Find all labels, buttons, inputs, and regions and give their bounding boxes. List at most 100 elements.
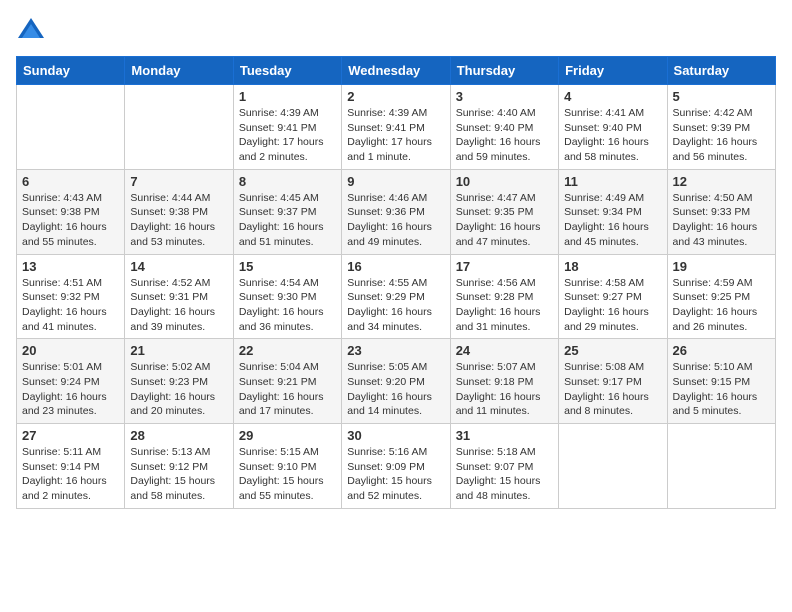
day-number: 19 [673,259,770,274]
day-number: 4 [564,89,661,104]
day-number: 27 [22,428,119,443]
day-info: Sunrise: 5:04 AMSunset: 9:21 PMDaylight:… [239,360,336,419]
calendar-cell: 22 Sunrise: 5:04 AMSunset: 9:21 PMDaylig… [233,339,341,424]
day-number: 22 [239,343,336,358]
day-of-week-header: Friday [559,57,667,85]
calendar-cell [125,85,233,170]
day-info: Sunrise: 5:07 AMSunset: 9:18 PMDaylight:… [456,360,553,419]
day-info: Sunrise: 4:45 AMSunset: 9:37 PMDaylight:… [239,191,336,250]
day-info: Sunrise: 5:02 AMSunset: 9:23 PMDaylight:… [130,360,227,419]
day-info: Sunrise: 4:59 AMSunset: 9:25 PMDaylight:… [673,276,770,335]
day-info: Sunrise: 4:43 AMSunset: 9:38 PMDaylight:… [22,191,119,250]
calendar-week-row: 27 Sunrise: 5:11 AMSunset: 9:14 PMDaylig… [17,424,776,509]
calendar-cell: 4 Sunrise: 4:41 AMSunset: 9:40 PMDayligh… [559,85,667,170]
day-info: Sunrise: 4:41 AMSunset: 9:40 PMDaylight:… [564,106,661,165]
calendar-week-row: 1 Sunrise: 4:39 AMSunset: 9:41 PMDayligh… [17,85,776,170]
day-number: 6 [22,174,119,189]
calendar-cell: 12 Sunrise: 4:50 AMSunset: 9:33 PMDaylig… [667,169,775,254]
calendar-cell: 1 Sunrise: 4:39 AMSunset: 9:41 PMDayligh… [233,85,341,170]
calendar-cell: 2 Sunrise: 4:39 AMSunset: 9:41 PMDayligh… [342,85,450,170]
logo [16,16,50,46]
day-number: 28 [130,428,227,443]
day-info: Sunrise: 4:44 AMSunset: 9:38 PMDaylight:… [130,191,227,250]
calendar-cell: 5 Sunrise: 4:42 AMSunset: 9:39 PMDayligh… [667,85,775,170]
day-of-week-header: Saturday [667,57,775,85]
day-number: 23 [347,343,444,358]
day-info: Sunrise: 4:42 AMSunset: 9:39 PMDaylight:… [673,106,770,165]
day-number: 11 [564,174,661,189]
day-of-week-header: Sunday [17,57,125,85]
calendar-cell: 13 Sunrise: 4:51 AMSunset: 9:32 PMDaylig… [17,254,125,339]
day-info: Sunrise: 4:56 AMSunset: 9:28 PMDaylight:… [456,276,553,335]
calendar-cell: 7 Sunrise: 4:44 AMSunset: 9:38 PMDayligh… [125,169,233,254]
calendar-cell: 9 Sunrise: 4:46 AMSunset: 9:36 PMDayligh… [342,169,450,254]
day-of-week-header: Thursday [450,57,558,85]
calendar-cell [17,85,125,170]
calendar-table: SundayMondayTuesdayWednesdayThursdayFrid… [16,56,776,509]
day-number: 12 [673,174,770,189]
day-info: Sunrise: 5:13 AMSunset: 9:12 PMDaylight:… [130,445,227,504]
calendar-cell [559,424,667,509]
day-info: Sunrise: 5:11 AMSunset: 9:14 PMDaylight:… [22,445,119,504]
day-info: Sunrise: 4:52 AMSunset: 9:31 PMDaylight:… [130,276,227,335]
calendar-cell: 24 Sunrise: 5:07 AMSunset: 9:18 PMDaylig… [450,339,558,424]
day-number: 16 [347,259,444,274]
calendar-cell: 26 Sunrise: 5:10 AMSunset: 9:15 PMDaylig… [667,339,775,424]
calendar-cell: 6 Sunrise: 4:43 AMSunset: 9:38 PMDayligh… [17,169,125,254]
calendar-cell: 11 Sunrise: 4:49 AMSunset: 9:34 PMDaylig… [559,169,667,254]
calendar-cell: 20 Sunrise: 5:01 AMSunset: 9:24 PMDaylig… [17,339,125,424]
day-info: Sunrise: 5:08 AMSunset: 9:17 PMDaylight:… [564,360,661,419]
calendar-cell: 16 Sunrise: 4:55 AMSunset: 9:29 PMDaylig… [342,254,450,339]
day-info: Sunrise: 4:46 AMSunset: 9:36 PMDaylight:… [347,191,444,250]
day-info: Sunrise: 4:54 AMSunset: 9:30 PMDaylight:… [239,276,336,335]
calendar-header-row: SundayMondayTuesdayWednesdayThursdayFrid… [17,57,776,85]
calendar-cell: 25 Sunrise: 5:08 AMSunset: 9:17 PMDaylig… [559,339,667,424]
day-number: 10 [456,174,553,189]
day-info: Sunrise: 4:51 AMSunset: 9:32 PMDaylight:… [22,276,119,335]
calendar-cell: 17 Sunrise: 4:56 AMSunset: 9:28 PMDaylig… [450,254,558,339]
day-info: Sunrise: 4:40 AMSunset: 9:40 PMDaylight:… [456,106,553,165]
day-info: Sunrise: 5:01 AMSunset: 9:24 PMDaylight:… [22,360,119,419]
day-info: Sunrise: 5:05 AMSunset: 9:20 PMDaylight:… [347,360,444,419]
day-number: 8 [239,174,336,189]
day-info: Sunrise: 4:55 AMSunset: 9:29 PMDaylight:… [347,276,444,335]
calendar-week-row: 13 Sunrise: 4:51 AMSunset: 9:32 PMDaylig… [17,254,776,339]
day-number: 15 [239,259,336,274]
day-number: 7 [130,174,227,189]
calendar-cell: 14 Sunrise: 4:52 AMSunset: 9:31 PMDaylig… [125,254,233,339]
calendar-cell: 21 Sunrise: 5:02 AMSunset: 9:23 PMDaylig… [125,339,233,424]
calendar-cell: 23 Sunrise: 5:05 AMSunset: 9:20 PMDaylig… [342,339,450,424]
day-of-week-header: Tuesday [233,57,341,85]
day-number: 26 [673,343,770,358]
calendar-cell [667,424,775,509]
day-number: 1 [239,89,336,104]
day-number: 20 [22,343,119,358]
calendar-cell: 8 Sunrise: 4:45 AMSunset: 9:37 PMDayligh… [233,169,341,254]
day-number: 9 [347,174,444,189]
day-number: 2 [347,89,444,104]
day-info: Sunrise: 5:18 AMSunset: 9:07 PMDaylight:… [456,445,553,504]
day-info: Sunrise: 4:47 AMSunset: 9:35 PMDaylight:… [456,191,553,250]
day-info: Sunrise: 4:58 AMSunset: 9:27 PMDaylight:… [564,276,661,335]
day-info: Sunrise: 5:16 AMSunset: 9:09 PMDaylight:… [347,445,444,504]
calendar-cell: 29 Sunrise: 5:15 AMSunset: 9:10 PMDaylig… [233,424,341,509]
calendar-cell: 3 Sunrise: 4:40 AMSunset: 9:40 PMDayligh… [450,85,558,170]
day-of-week-header: Wednesday [342,57,450,85]
calendar-cell: 28 Sunrise: 5:13 AMSunset: 9:12 PMDaylig… [125,424,233,509]
page-header [16,16,776,46]
calendar-cell: 30 Sunrise: 5:16 AMSunset: 9:09 PMDaylig… [342,424,450,509]
calendar-cell: 18 Sunrise: 4:58 AMSunset: 9:27 PMDaylig… [559,254,667,339]
logo-icon [16,16,46,46]
day-number: 25 [564,343,661,358]
calendar-cell: 19 Sunrise: 4:59 AMSunset: 9:25 PMDaylig… [667,254,775,339]
day-of-week-header: Monday [125,57,233,85]
day-number: 30 [347,428,444,443]
day-number: 17 [456,259,553,274]
day-number: 13 [22,259,119,274]
calendar-cell: 27 Sunrise: 5:11 AMSunset: 9:14 PMDaylig… [17,424,125,509]
calendar-cell: 10 Sunrise: 4:47 AMSunset: 9:35 PMDaylig… [450,169,558,254]
calendar-cell: 15 Sunrise: 4:54 AMSunset: 9:30 PMDaylig… [233,254,341,339]
day-number: 21 [130,343,227,358]
day-number: 5 [673,89,770,104]
day-info: Sunrise: 4:39 AMSunset: 9:41 PMDaylight:… [347,106,444,165]
